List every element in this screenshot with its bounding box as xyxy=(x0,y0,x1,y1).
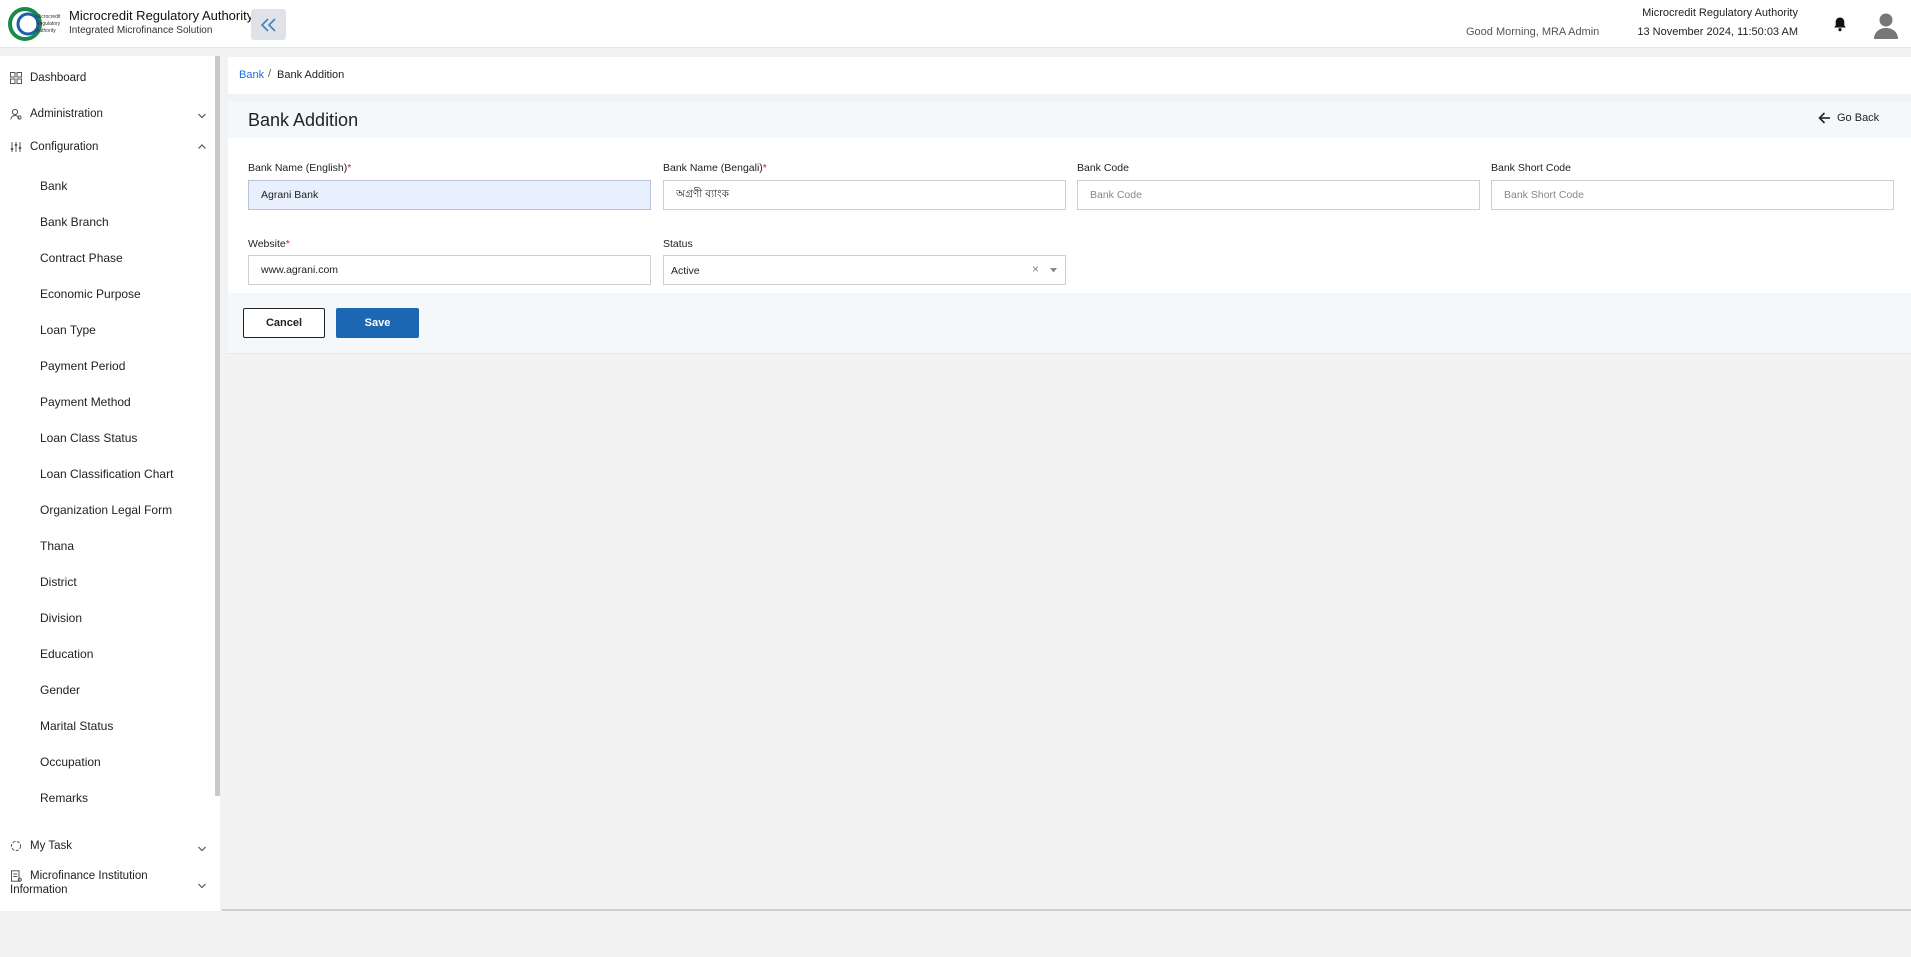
cancel-button[interactable]: Cancel xyxy=(243,308,325,338)
status-selected-value: Active xyxy=(671,265,700,277)
sidebar-item-label: Dashboard xyxy=(30,72,87,84)
greeting-text: Good Morning, MRA Admin xyxy=(1466,26,1600,38)
sidebar-item-occupation[interactable]: Occupation xyxy=(40,755,101,769)
sidebar-collapse-button[interactable] xyxy=(251,9,286,40)
chevron-up-icon[interactable] xyxy=(197,142,207,152)
bank-code-input[interactable] xyxy=(1077,180,1480,210)
breadcrumb-separator: / xyxy=(268,68,272,80)
status-label: Status xyxy=(663,238,693,250)
sidebar-item-label: Microfinance Institution xyxy=(30,870,148,882)
svg-text:Authority: Authority xyxy=(36,28,56,34)
required-mark: * xyxy=(285,238,290,250)
label-text: Bank Name (Bengali) xyxy=(663,162,763,174)
page-footer xyxy=(0,911,1911,957)
double-chevron-left-icon xyxy=(260,17,276,32)
current-datetime: 13 November 2024, 11:50:03 AM xyxy=(1637,26,1798,38)
sidebar-item-district[interactable]: District xyxy=(40,575,77,589)
sidebar-item-education[interactable]: Education xyxy=(40,647,93,661)
task-cycle-icon xyxy=(10,840,22,852)
sidebar-item-dashboard[interactable]: Dashboard xyxy=(10,72,86,84)
mra-logo: Microcredit Regulatory Authority xyxy=(8,7,61,41)
bank-name-english-input[interactable] xyxy=(248,180,651,210)
bank-name-english-label: Bank Name (English)* xyxy=(248,162,351,174)
sidebar xyxy=(0,56,220,911)
admin-icon xyxy=(10,108,22,120)
sidebar-item-marital-status[interactable]: Marital Status xyxy=(40,719,113,733)
app-subtitle: Integrated Microfinance Solution xyxy=(69,25,213,36)
sidebar-item-payment-method[interactable]: Payment Method xyxy=(40,395,131,409)
website-input[interactable] xyxy=(248,255,651,285)
go-back-button[interactable]: Go Back xyxy=(1818,112,1879,124)
sidebar-item-gender[interactable]: Gender xyxy=(40,683,80,697)
org-name: Microcredit Regulatory Authority xyxy=(1642,7,1798,19)
sidebar-item-division[interactable]: Division xyxy=(40,611,82,625)
sidebar-scrollbar[interactable] xyxy=(215,56,220,796)
bank-name-bengali-label: Bank Name (Bengali)* xyxy=(663,162,767,174)
breadcrumb xyxy=(228,57,1911,94)
sidebar-item-contract-phase[interactable]: Contract Phase xyxy=(40,251,123,265)
settings-sliders-icon xyxy=(10,142,22,152)
form-card-header xyxy=(228,102,1911,138)
form-actions xyxy=(228,293,1911,354)
required-mark: * xyxy=(347,162,352,174)
caret-down-icon[interactable] xyxy=(1050,268,1057,273)
sidebar-item-mfi-information[interactable]: Microfinance Institution xyxy=(10,870,148,882)
sidebar-item-my-task[interactable]: My Task xyxy=(10,840,72,852)
sidebar-item-bank[interactable]: Bank xyxy=(40,179,67,193)
label-text: Website xyxy=(248,238,286,250)
breadcrumb-bank-link[interactable]: Bank xyxy=(239,69,264,81)
save-button[interactable]: Save xyxy=(336,308,419,338)
chevron-down-icon[interactable] xyxy=(197,881,207,891)
sidebar-item-remarks[interactable]: Remarks xyxy=(40,791,88,805)
go-back-label: Go Back xyxy=(1837,112,1880,124)
page-title: Bank Addition xyxy=(248,110,359,130)
sidebar-item-payment-period[interactable]: Payment Period xyxy=(40,359,125,373)
bank-short-code-label: Bank Short Code xyxy=(1491,162,1571,174)
sidebar-item-label: Administration xyxy=(30,108,103,120)
label-text: Bank Name (English) xyxy=(248,162,348,174)
bank-code-label: Bank Code xyxy=(1077,162,1129,174)
sidebar-item-label: Configuration xyxy=(30,141,99,153)
sidebar-item-thana[interactable]: Thana xyxy=(40,539,74,553)
bank-name-bengali-input[interactable] xyxy=(663,180,1066,210)
document-icon xyxy=(11,870,22,882)
top-header: Microcredit Regulatory Authority Microcr… xyxy=(0,0,1911,48)
sidebar-item-economic-purpose[interactable]: Economic Purpose xyxy=(40,287,141,301)
dashboard-icon xyxy=(10,72,22,84)
bell-icon[interactable] xyxy=(1832,16,1848,32)
required-mark: * xyxy=(762,162,767,174)
user-avatar-icon[interactable] xyxy=(1873,11,1899,39)
sidebar-item-label: Information xyxy=(10,884,68,896)
chevron-down-icon[interactable] xyxy=(197,844,207,854)
website-label: Website* xyxy=(248,238,290,250)
sidebar-item-label: My Task xyxy=(30,840,72,852)
sidebar-item-loan-type[interactable]: Loan Type xyxy=(40,323,96,337)
sidebar-item-administration[interactable]: Administration xyxy=(10,108,103,120)
arrow-left-icon xyxy=(1818,112,1830,124)
clear-icon[interactable]: × xyxy=(1032,262,1039,276)
sidebar-item-loan-classification-chart[interactable]: Loan Classification Chart xyxy=(40,467,173,481)
bank-short-code-input[interactable] xyxy=(1491,180,1894,210)
svg-text:Microcredit: Microcredit xyxy=(36,14,61,20)
breadcrumb-current: Bank Addition xyxy=(277,69,345,81)
status-select[interactable]: Active × xyxy=(663,255,1066,285)
sidebar-item-bank-branch[interactable]: Bank Branch xyxy=(40,215,109,229)
chevron-down-icon[interactable] xyxy=(197,111,207,121)
sidebar-item-configuration[interactable]: Configuration xyxy=(10,141,98,153)
sidebar-item-loan-class-status[interactable]: Loan Class Status xyxy=(40,431,137,445)
sidebar-item-mfi-information-line2[interactable]: Information xyxy=(10,884,68,896)
app-title: Microcredit Regulatory Authority xyxy=(69,8,254,23)
sidebar-item-organization-legal-form[interactable]: Organization Legal Form xyxy=(40,503,172,517)
svg-text:Regulatory: Regulatory xyxy=(36,21,61,27)
